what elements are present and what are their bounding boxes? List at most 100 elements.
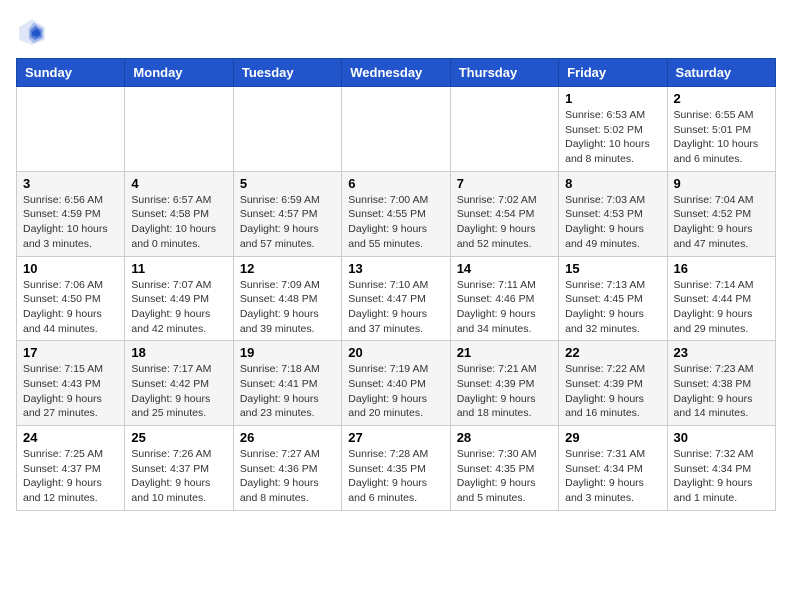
calendar-header-row: SundayMondayTuesdayWednesdayThursdayFrid… <box>17 59 776 87</box>
day-info: Sunrise: 7:22 AMSunset: 4:39 PMDaylight:… <box>565 362 660 421</box>
day-info: Sunrise: 6:56 AMSunset: 4:59 PMDaylight:… <box>23 193 118 252</box>
day-info: Sunrise: 7:18 AMSunset: 4:41 PMDaylight:… <box>240 362 335 421</box>
day-number: 14 <box>457 261 552 276</box>
day-number: 23 <box>674 345 769 360</box>
day-info: Sunrise: 6:57 AMSunset: 4:58 PMDaylight:… <box>131 193 226 252</box>
calendar-day-cell <box>125 87 233 172</box>
day-number: 24 <box>23 430 118 445</box>
calendar-day-cell: 30 Sunrise: 7:32 AMSunset: 4:34 PMDayligh… <box>667 426 775 511</box>
day-info: Sunrise: 7:26 AMSunset: 4:37 PMDaylight:… <box>131 447 226 506</box>
calendar-day-cell: 23 Sunrise: 7:23 AMSunset: 4:38 PMDayligh… <box>667 341 775 426</box>
day-number: 15 <box>565 261 660 276</box>
day-number: 22 <box>565 345 660 360</box>
day-info: Sunrise: 7:31 AMSunset: 4:34 PMDaylight:… <box>565 447 660 506</box>
day-number: 19 <box>240 345 335 360</box>
calendar-day-cell: 9 Sunrise: 7:04 AMSunset: 4:52 PMDaylight… <box>667 171 775 256</box>
day-number: 20 <box>348 345 443 360</box>
day-info: Sunrise: 6:59 AMSunset: 4:57 PMDaylight:… <box>240 193 335 252</box>
day-number: 28 <box>457 430 552 445</box>
day-info: Sunrise: 7:09 AMSunset: 4:48 PMDaylight:… <box>240 278 335 337</box>
calendar-day-cell: 25 Sunrise: 7:26 AMSunset: 4:37 PMDayligh… <box>125 426 233 511</box>
calendar-day-cell: 8 Sunrise: 7:03 AMSunset: 4:53 PMDaylight… <box>559 171 667 256</box>
calendar-day-cell: 19 Sunrise: 7:18 AMSunset: 4:41 PMDayligh… <box>233 341 341 426</box>
day-info: Sunrise: 7:11 AMSunset: 4:46 PMDaylight:… <box>457 278 552 337</box>
calendar-day-cell: 28 Sunrise: 7:30 AMSunset: 4:35 PMDayligh… <box>450 426 558 511</box>
day-number: 21 <box>457 345 552 360</box>
calendar-week-row: 17 Sunrise: 7:15 AMSunset: 4:43 PMDayligh… <box>17 341 776 426</box>
day-info: Sunrise: 7:25 AMSunset: 4:37 PMDaylight:… <box>23 447 118 506</box>
day-of-week-header: Tuesday <box>233 59 341 87</box>
day-number: 18 <box>131 345 226 360</box>
day-info: Sunrise: 7:03 AMSunset: 4:53 PMDaylight:… <box>565 193 660 252</box>
calendar-week-row: 3 Sunrise: 6:56 AMSunset: 4:59 PMDaylight… <box>17 171 776 256</box>
day-number: 27 <box>348 430 443 445</box>
day-number: 8 <box>565 176 660 191</box>
calendar-day-cell: 22 Sunrise: 7:22 AMSunset: 4:39 PMDayligh… <box>559 341 667 426</box>
day-of-week-header: Sunday <box>17 59 125 87</box>
day-number: 3 <box>23 176 118 191</box>
day-info: Sunrise: 7:27 AMSunset: 4:36 PMDaylight:… <box>240 447 335 506</box>
day-info: Sunrise: 7:00 AMSunset: 4:55 PMDaylight:… <box>348 193 443 252</box>
day-info: Sunrise: 7:23 AMSunset: 4:38 PMDaylight:… <box>674 362 769 421</box>
calendar-day-cell: 20 Sunrise: 7:19 AMSunset: 4:40 PMDayligh… <box>342 341 450 426</box>
day-info: Sunrise: 7:07 AMSunset: 4:49 PMDaylight:… <box>131 278 226 337</box>
calendar-day-cell <box>17 87 125 172</box>
day-info: Sunrise: 7:30 AMSunset: 4:35 PMDaylight:… <box>457 447 552 506</box>
calendar-day-cell: 4 Sunrise: 6:57 AMSunset: 4:58 PMDaylight… <box>125 171 233 256</box>
calendar-day-cell: 13Sunrise: 7:10 AMSunset: 4:47 PMDayligh… <box>342 256 450 341</box>
day-of-week-header: Wednesday <box>342 59 450 87</box>
calendar-day-cell: 5 Sunrise: 6:59 AMSunset: 4:57 PMDaylight… <box>233 171 341 256</box>
day-number: 10 <box>23 261 118 276</box>
day-number: 12 <box>240 261 335 276</box>
calendar-day-cell: 15 Sunrise: 7:13 AMSunset: 4:45 PMDayligh… <box>559 256 667 341</box>
calendar-day-cell: 29 Sunrise: 7:31 AMSunset: 4:34 PMDayligh… <box>559 426 667 511</box>
calendar-day-cell: 21 Sunrise: 7:21 AMSunset: 4:39 PMDayligh… <box>450 341 558 426</box>
day-number: 16 <box>674 261 769 276</box>
day-of-week-header: Saturday <box>667 59 775 87</box>
day-info: Sunrise: 7:28 AMSunset: 4:35 PMDaylight:… <box>348 447 443 506</box>
calendar-day-cell: 27 Sunrise: 7:28 AMSunset: 4:35 PMDayligh… <box>342 426 450 511</box>
day-info: Sunrise: 7:32 AMSunset: 4:34 PMDaylight:… <box>674 447 769 506</box>
calendar-day-cell: 12 Sunrise: 7:09 AMSunset: 4:48 PMDayligh… <box>233 256 341 341</box>
day-number: 6 <box>348 176 443 191</box>
day-number: 4 <box>131 176 226 191</box>
page-header <box>16 16 776 48</box>
day-info: Sunrise: 7:04 AMSunset: 4:52 PMDaylight:… <box>674 193 769 252</box>
day-info: Sunrise: 7:14 AMSunset: 4:44 PMDaylight:… <box>674 278 769 337</box>
day-of-week-header: Monday <box>125 59 233 87</box>
calendar-week-row: 24 Sunrise: 7:25 AMSunset: 4:37 PMDayligh… <box>17 426 776 511</box>
calendar-day-cell: 10Sunrise: 7:06 AMSunset: 4:50 PMDayligh… <box>17 256 125 341</box>
day-info: Sunrise: 7:19 AMSunset: 4:40 PMDaylight:… <box>348 362 443 421</box>
calendar-day-cell: 17 Sunrise: 7:15 AMSunset: 4:43 PMDayligh… <box>17 341 125 426</box>
day-info: Sunrise: 6:55 AMSunset: 5:01 PMDaylight:… <box>674 108 769 167</box>
day-number: 9 <box>674 176 769 191</box>
calendar-day-cell: 26 Sunrise: 7:27 AMSunset: 4:36 PMDayligh… <box>233 426 341 511</box>
day-info: Sunrise: 7:15 AMSunset: 4:43 PMDaylight:… <box>23 362 118 421</box>
day-number: 29 <box>565 430 660 445</box>
day-number: 26 <box>240 430 335 445</box>
day-number: 25 <box>131 430 226 445</box>
calendar-day-cell: 24 Sunrise: 7:25 AMSunset: 4:37 PMDayligh… <box>17 426 125 511</box>
calendar-day-cell: 18 Sunrise: 7:17 AMSunset: 4:42 PMDayligh… <box>125 341 233 426</box>
calendar-day-cell: 6 Sunrise: 7:00 AMSunset: 4:55 PMDaylight… <box>342 171 450 256</box>
day-number: 30 <box>674 430 769 445</box>
day-info: Sunrise: 7:02 AMSunset: 4:54 PMDaylight:… <box>457 193 552 252</box>
day-info: Sunrise: 7:17 AMSunset: 4:42 PMDaylight:… <box>131 362 226 421</box>
calendar-day-cell: 2Sunrise: 6:55 AMSunset: 5:01 PMDaylight… <box>667 87 775 172</box>
day-number: 5 <box>240 176 335 191</box>
day-number: 11 <box>131 261 226 276</box>
calendar-day-cell: 3 Sunrise: 6:56 AMSunset: 4:59 PMDaylight… <box>17 171 125 256</box>
calendar-table: SundayMondayTuesdayWednesdayThursdayFrid… <box>16 58 776 511</box>
day-of-week-header: Thursday <box>450 59 558 87</box>
day-number: 13 <box>348 261 443 276</box>
logo-icon <box>16 16 48 48</box>
calendar-week-row: 10Sunrise: 7:06 AMSunset: 4:50 PMDayligh… <box>17 256 776 341</box>
calendar-day-cell: 14 Sunrise: 7:11 AMSunset: 4:46 PMDayligh… <box>450 256 558 341</box>
calendar-day-cell <box>342 87 450 172</box>
day-number: 1 <box>565 91 660 106</box>
day-info: Sunrise: 7:21 AMSunset: 4:39 PMDaylight:… <box>457 362 552 421</box>
calendar-day-cell <box>233 87 341 172</box>
calendar-day-cell: 16 Sunrise: 7:14 AMSunset: 4:44 PMDayligh… <box>667 256 775 341</box>
day-number: 17 <box>23 345 118 360</box>
day-info: Sunrise: 7:13 AMSunset: 4:45 PMDaylight:… <box>565 278 660 337</box>
